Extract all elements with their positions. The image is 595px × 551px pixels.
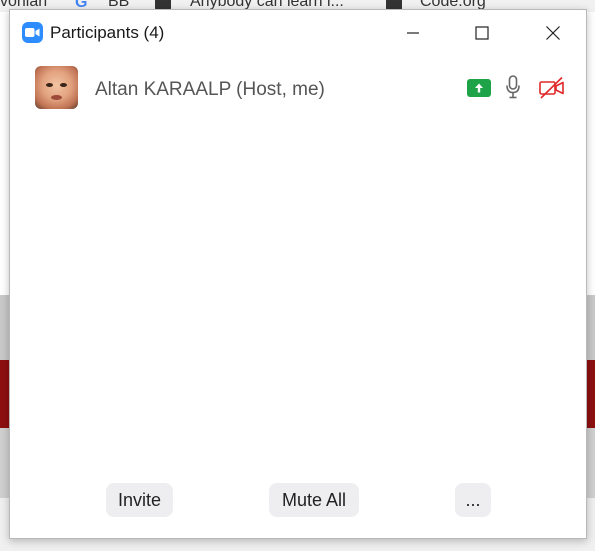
more-options-button[interactable]: ... <box>455 483 491 517</box>
maximize-button[interactable] <box>459 10 505 54</box>
close-icon <box>546 26 560 40</box>
minimize-icon <box>407 32 419 34</box>
maximize-icon <box>475 26 489 40</box>
title-bar[interactable]: Participants (4) <box>10 10 586 54</box>
microphone-icon[interactable] <box>506 75 520 99</box>
participant-row[interactable]: Altan KARAALP (Host, me) <box>10 63 586 113</box>
mute-all-button[interactable]: Mute All <box>269 483 359 517</box>
minimize-button[interactable] <box>390 10 436 54</box>
window-title: Participants (4) <box>50 23 165 42</box>
participant-name: Altan KARAALP (Host, me) <box>95 79 325 100</box>
video-off-icon[interactable] <box>538 76 566 100</box>
invite-button[interactable]: Invite <box>106 483 173 517</box>
zoom-camera-icon <box>22 22 43 43</box>
screen-share-icon[interactable] <box>467 79 491 97</box>
close-button[interactable] <box>530 10 576 54</box>
avatar <box>35 66 78 109</box>
participants-window: Participants (4) Altan KARAALP (Host, me… <box>9 9 587 539</box>
